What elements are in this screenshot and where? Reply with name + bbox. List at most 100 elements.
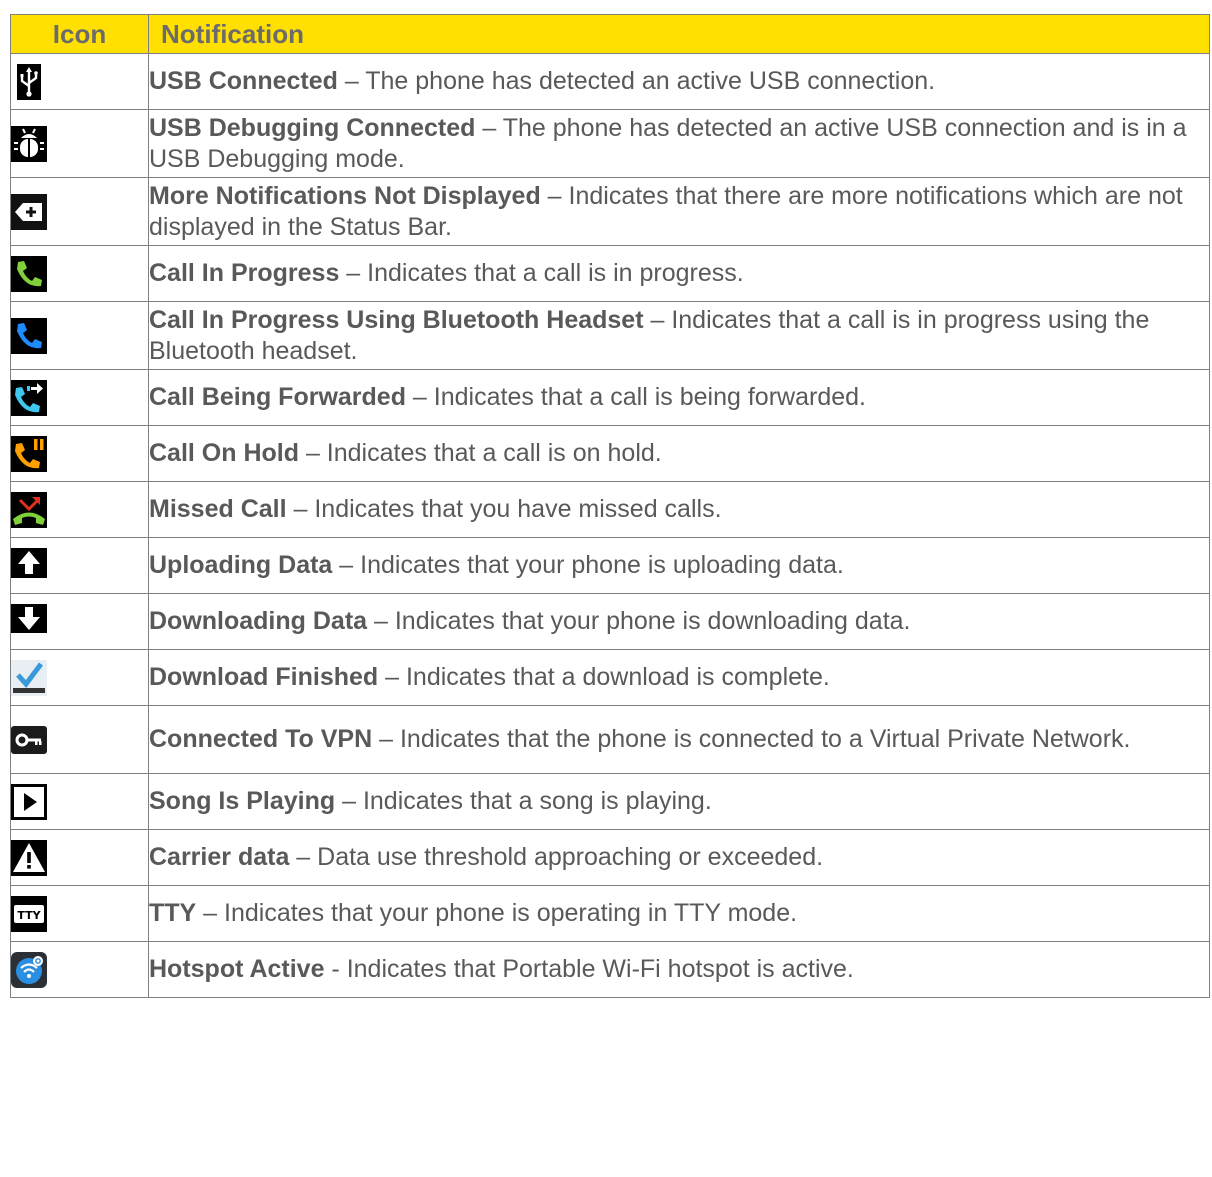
notification-title: Call In Progress: [149, 259, 340, 287]
notification-title: Call Being Forwarded: [149, 383, 406, 411]
icon-cell: [10, 301, 149, 370]
play-icon: [11, 783, 47, 820]
upload-icon: [11, 547, 47, 584]
table-row: Download Finished – Indicates that a dow…: [10, 649, 1210, 706]
separator: –: [337, 67, 366, 95]
notification-text: Connected To VPN – Indicates that the ph…: [148, 705, 1210, 774]
table-row: Call In Progress – Indicates that a call…: [10, 245, 1210, 302]
separator: –: [289, 843, 318, 871]
notification-title: Download Finished: [149, 663, 379, 691]
notification-text: TTY – Indicates that your phone is opera…: [148, 885, 1210, 942]
table-row: Call On Hold – Indicates that a call is …: [10, 425, 1210, 482]
separator: –: [196, 899, 225, 927]
icon-cell: [10, 425, 149, 482]
notification-text: USB Debugging Connected – The phone has …: [148, 109, 1210, 178]
notification-title: USB Debugging Connected: [149, 113, 476, 142]
notification-desc: The phone has detected an active USB con…: [365, 67, 936, 95]
notification-text: Carrier data – Data use threshold approa…: [148, 829, 1210, 886]
icon-cell: [10, 705, 149, 774]
notification-desc: Indicates that the phone is connected to…: [399, 725, 1131, 753]
separator: –: [540, 181, 569, 210]
table-row: More Notifications Not Displayed – Indic…: [10, 177, 1210, 246]
table-header-row: Icon Notification: [10, 14, 1210, 54]
notification-desc: Indicates that Portable Wi-Fi hotspot is…: [346, 955, 854, 983]
missed-call-icon: [11, 491, 47, 528]
separator: –: [475, 113, 503, 142]
notification-text: Missed Call – Indicates that you have mi…: [148, 481, 1210, 538]
separator: –: [378, 663, 406, 691]
table-row: Downloading Data – Indicates that your p…: [10, 593, 1210, 650]
notification-desc: Indicates that a call is in progress.: [367, 259, 744, 287]
icon-column-header: Icon: [10, 14, 149, 54]
icon-cell: [10, 593, 149, 650]
notification-title: Connected To VPN: [149, 725, 373, 753]
table-row: USB Connected – The phone has detected a…: [10, 53, 1210, 110]
notification-title: TTY: [149, 899, 197, 927]
separator: -: [324, 955, 347, 983]
notification-text: Call On Hold – Indicates that a call is …: [148, 425, 1210, 482]
table-row: TTY TTY – Indicates that your phone is o…: [10, 885, 1210, 942]
usb-icon: [17, 63, 41, 100]
separator: –: [405, 383, 434, 411]
icon-cell: [10, 537, 149, 594]
notification-text: Call In Progress Using Bluetooth Headset…: [148, 301, 1210, 370]
table-row: Missed Call – Indicates that you have mi…: [10, 481, 1210, 538]
notification-desc: Indicates that your phone is uploading d…: [360, 551, 844, 579]
notification-text: Call Being Forwarded – Indicates that a …: [148, 369, 1210, 426]
notification-desc: Indicates that a call is on hold.: [326, 439, 662, 467]
table-row: Uploading Data – Indicates that your pho…: [10, 537, 1210, 594]
table-row: Song Is Playing – Indicates that a song …: [10, 773, 1210, 830]
notification-title: Call On Hold: [149, 439, 299, 467]
icon-cell: [10, 53, 149, 110]
table-row: Call Being Forwarded – Indicates that a …: [10, 369, 1210, 426]
download-icon: [11, 603, 47, 640]
notification-desc: Indicates that your phone is downloading…: [394, 607, 911, 635]
separator: –: [372, 725, 400, 753]
tty-icon-label: TTY: [17, 909, 41, 922]
icon-cell: [10, 773, 149, 830]
notification-text: More Notifications Not Displayed – Indic…: [148, 177, 1210, 246]
tty-icon: TTY: [11, 895, 47, 932]
icon-cell: [10, 481, 149, 538]
call-bluetooth-icon: [11, 317, 47, 354]
notification-desc: Indicates that your phone is operating i…: [224, 899, 798, 927]
download-finished-icon: [11, 659, 47, 696]
table-row: Carrier data – Data use threshold approa…: [10, 829, 1210, 886]
notification-title: Hotspot Active: [149, 955, 325, 983]
notification-text: Call In Progress – Indicates that a call…: [148, 245, 1210, 302]
notification-desc: Indicates that a song is playing.: [362, 787, 712, 815]
separator: –: [339, 259, 368, 287]
notification-text: USB Connected – The phone has detected a…: [148, 53, 1210, 110]
separator: –: [643, 305, 672, 334]
icon-cell: TTY: [10, 885, 149, 942]
separator: –: [299, 439, 327, 467]
hotspot-icon: [11, 951, 47, 988]
notification-title: USB Connected: [149, 67, 338, 95]
notification-text: Uploading Data – Indicates that your pho…: [148, 537, 1210, 594]
separator: –: [335, 787, 363, 815]
table-row: Hotspot Active - Indicates that Portable…: [10, 941, 1210, 998]
notification-text: Hotspot Active - Indicates that Portable…: [148, 941, 1210, 998]
warning-icon: [11, 839, 47, 876]
separator: –: [367, 607, 395, 635]
notification-title: Song Is Playing: [149, 787, 336, 815]
notification-title: Downloading Data: [149, 607, 368, 635]
icon-cell: [10, 829, 149, 886]
notification-title: Call In Progress Using Bluetooth Headset: [149, 305, 644, 334]
table-row: Connected To VPN – Indicates that the ph…: [10, 705, 1210, 774]
notification-icons-table: Icon Notification USB Connected – The ph…: [10, 14, 1210, 998]
table-row: Call In Progress Using Bluetooth Headset…: [10, 301, 1210, 370]
separator: –: [332, 551, 361, 579]
icon-cell: [10, 109, 149, 178]
call-forwarded-icon: [11, 379, 47, 416]
notification-title: Uploading Data: [149, 551, 333, 579]
notification-text: Downloading Data – Indicates that your p…: [148, 593, 1210, 650]
notification-title: Carrier data: [149, 843, 290, 871]
icon-cell: [10, 245, 149, 302]
notification-desc: Data use threshold approaching or exceed…: [317, 843, 824, 871]
more-notifications-icon: [11, 193, 47, 230]
icon-cell: [10, 177, 149, 246]
call-on-hold-icon: [11, 435, 47, 472]
notification-desc: Indicates that a call is being forwarded…: [433, 383, 866, 411]
notification-text: Download Finished – Indicates that a dow…: [148, 649, 1210, 706]
